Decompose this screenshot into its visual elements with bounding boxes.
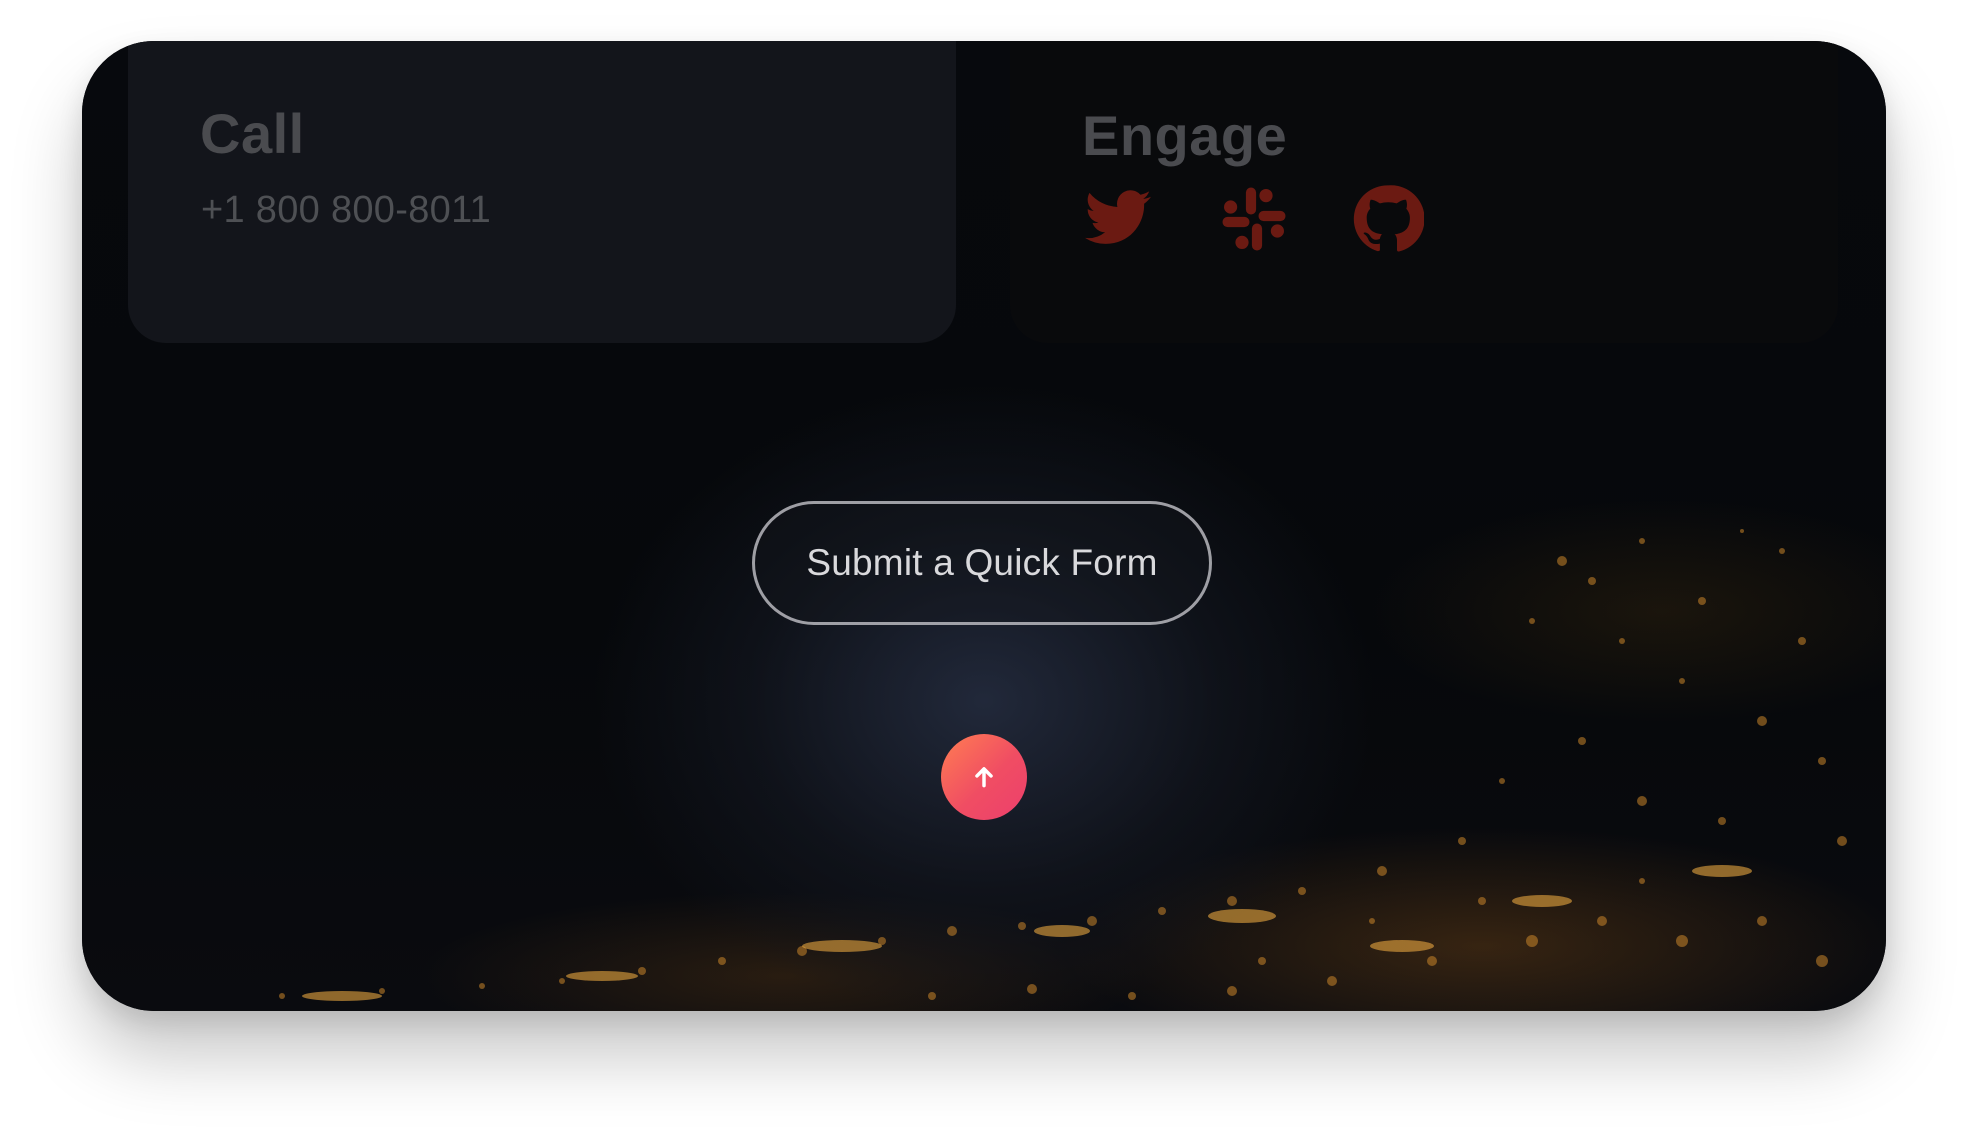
- slack-icon[interactable]: [1218, 183, 1290, 255]
- call-title: Call: [200, 102, 305, 165]
- scroll-to-top-button[interactable]: [941, 734, 1027, 820]
- twitter-icon[interactable]: [1082, 183, 1154, 255]
- github-icon[interactable]: [1352, 183, 1424, 255]
- engage-card: Engage: [1010, 41, 1838, 343]
- footer-section: Call +1 800 800-8011 Engage Submit a Qui…: [82, 41, 1886, 1011]
- call-card: Call +1 800 800-8011: [128, 41, 956, 343]
- phone-number[interactable]: +1 800 800-8011: [201, 189, 491, 232]
- arrow-up-icon: [975, 767, 993, 788]
- submit-quick-form-button[interactable]: Submit a Quick Form: [752, 501, 1212, 625]
- engage-title: Engage: [1082, 104, 1288, 167]
- page: Call +1 800 800-8011 Engage Submit a Qui…: [0, 0, 1965, 1134]
